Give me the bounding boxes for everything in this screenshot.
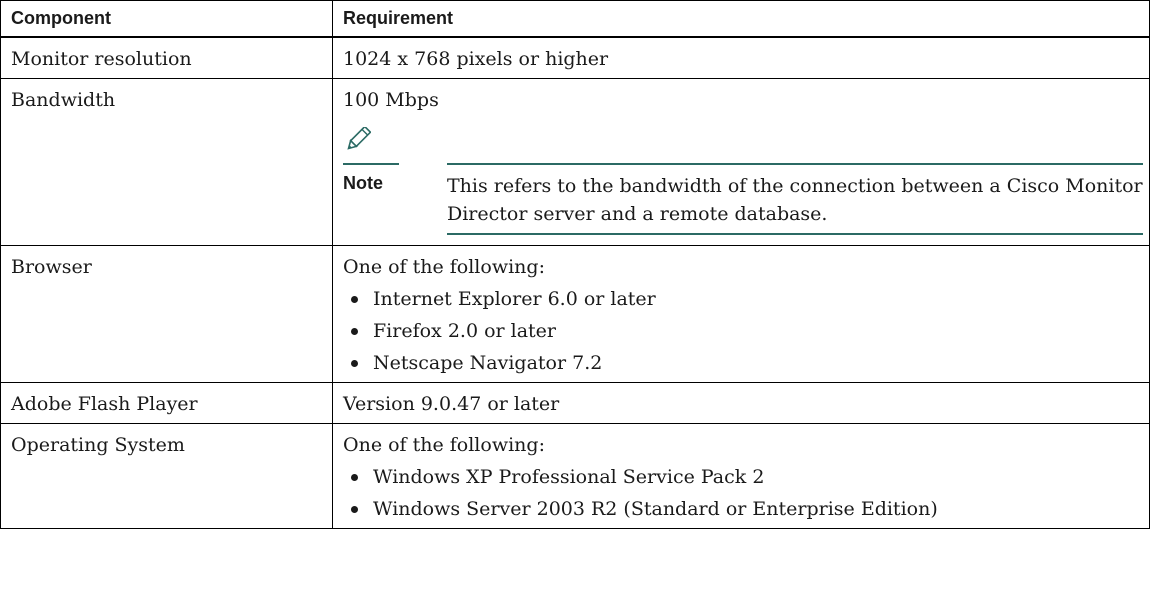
requirement-cell: One of the following: Windows XP Profess…	[332, 422, 1150, 529]
table-row: Browser One of the following: Internet E…	[0, 244, 1150, 383]
list-item: Internet Explorer 6.0 or later	[343, 288, 1139, 310]
component-label: Adobe Flash Player	[11, 392, 198, 415]
component-label: Monitor resolution	[11, 47, 192, 70]
component-cell: Adobe Flash Player	[0, 381, 333, 424]
pencil-note-icon	[347, 126, 371, 150]
component-label: Browser	[11, 255, 92, 278]
requirement-text: Version 9.0.47 or later	[343, 392, 560, 415]
requirements-table: Component Requirement Monitor resolution…	[0, 0, 1150, 529]
note-label: Note	[343, 172, 383, 193]
requirement-cell: Version 9.0.47 or later	[332, 381, 1150, 424]
component-label: Operating System	[11, 433, 185, 456]
column-header-requirement: Requirement	[332, 0, 1150, 37]
table-row: Monitor resolution 1024 x 768 pixels or …	[0, 36, 1150, 79]
component-label: Bandwidth	[11, 88, 116, 111]
browser-list: Internet Explorer 6.0 or later Firefox 2…	[343, 288, 1139, 374]
table-row: Adobe Flash Player Version 9.0.47 or lat…	[0, 381, 1150, 424]
requirement-text: One of the following:	[343, 255, 545, 278]
component-cell: Browser	[0, 244, 333, 383]
list-item: Windows Server 2003 R2 (Standard or Ente…	[343, 498, 1139, 520]
column-header-component: Component	[0, 0, 333, 37]
requirement-cell: One of the following: Internet Explorer …	[332, 244, 1150, 383]
note-rule-bottom	[447, 232, 1143, 235]
table-row: Bandwidth 100 Mbps Note This refers to t…	[0, 77, 1150, 246]
list-item: Netscape Navigator 7.2	[343, 352, 1139, 374]
component-cell: Operating System	[0, 422, 333, 529]
note-rule-top	[447, 162, 1143, 165]
os-list: Windows XP Professional Service Pack 2 W…	[343, 466, 1139, 520]
requirement-cell: 100 Mbps Note This refers to the bandwid…	[332, 77, 1150, 246]
requirement-text: One of the following:	[343, 433, 545, 456]
table-row: Operating System One of the following: W…	[0, 422, 1150, 529]
note-rule-left	[343, 162, 399, 165]
component-cell: Monitor resolution	[0, 36, 333, 79]
list-item: Windows XP Professional Service Pack 2	[343, 466, 1139, 488]
component-cell: Bandwidth	[0, 77, 333, 246]
requirement-text: 1024 x 768 pixels or higher	[343, 47, 609, 70]
requirement-cell: 1024 x 768 pixels or higher	[332, 36, 1150, 79]
requirement-text: 100 Mbps	[343, 88, 439, 111]
list-item: Firefox 2.0 or later	[343, 320, 1139, 342]
note-text: This refers to the bandwidth of the conn…	[447, 174, 1143, 225]
table-header-row: Component Requirement	[0, 0, 1150, 37]
